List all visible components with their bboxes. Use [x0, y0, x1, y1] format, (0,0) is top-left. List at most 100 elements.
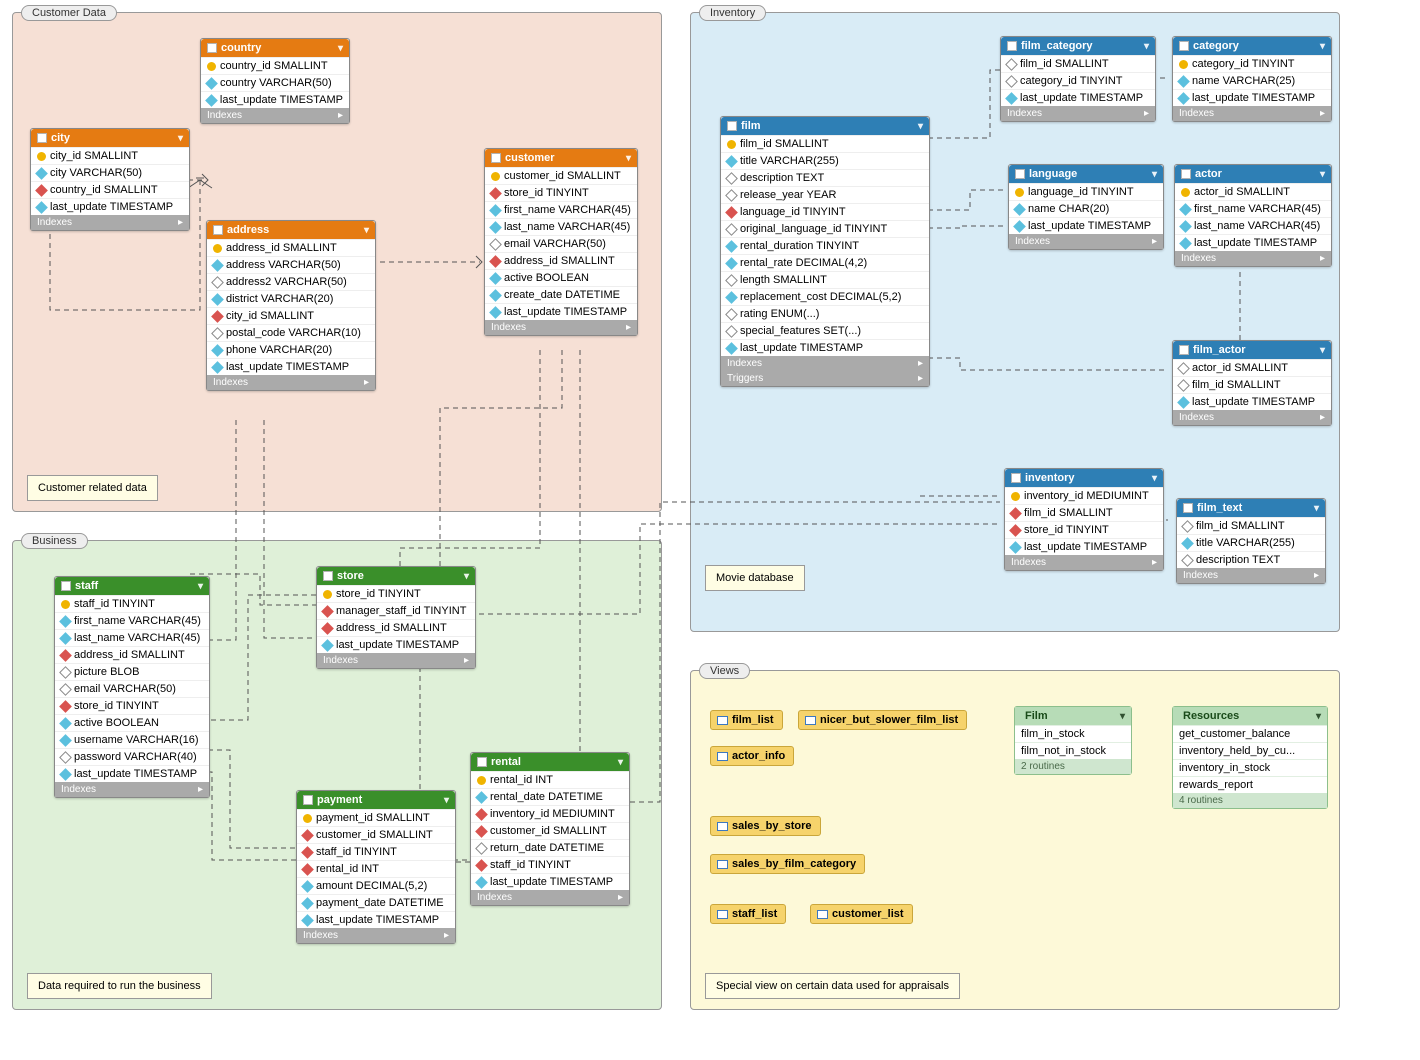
- column-row[interactable]: country_id SMALLINT: [31, 181, 189, 198]
- column-row[interactable]: release_year YEAR: [721, 186, 929, 203]
- table-language[interactable]: language ▾ language_id TINYINTname CHAR(…: [1008, 164, 1164, 250]
- column-row[interactable]: category_id TINYINT: [1001, 72, 1155, 89]
- column-row[interactable]: description TEXT: [1177, 551, 1325, 568]
- column-row[interactable]: address_id SMALLINT: [55, 646, 209, 663]
- table-address[interactable]: address ▾ address_id SMALLINTaddress VAR…: [206, 220, 376, 391]
- view-sales_by_store[interactable]: sales_by_store: [710, 816, 821, 836]
- chevron-down-icon[interactable]: ▾: [464, 571, 469, 582]
- table-footer-indexes[interactable]: Indexes▸: [471, 890, 629, 905]
- routine-item[interactable]: rewards_report: [1173, 776, 1327, 793]
- column-row[interactable]: country_id SMALLINT: [201, 57, 349, 74]
- routine-item[interactable]: film_in_stock: [1015, 725, 1131, 742]
- table-footer-indexes[interactable]: Indexes▸: [297, 928, 455, 943]
- table-header[interactable]: address ▾: [207, 221, 375, 239]
- chevron-down-icon[interactable]: ▾: [1320, 41, 1325, 52]
- table-header[interactable]: country ▾: [201, 39, 349, 57]
- chevron-down-icon[interactable]: ▾: [1120, 711, 1125, 722]
- column-row[interactable]: first_name VARCHAR(45): [55, 612, 209, 629]
- column-row[interactable]: rental_rate DECIMAL(4,2): [721, 254, 929, 271]
- column-row[interactable]: title VARCHAR(255): [721, 152, 929, 169]
- chevron-down-icon[interactable]: ▾: [178, 133, 183, 144]
- column-row[interactable]: name VARCHAR(25): [1173, 72, 1331, 89]
- table-category[interactable]: category ▾ category_id TINYINTname VARCH…: [1172, 36, 1332, 122]
- column-row[interactable]: category_id TINYINT: [1173, 55, 1331, 72]
- column-row[interactable]: film_id SMALLINT: [1177, 517, 1325, 534]
- chevron-down-icon[interactable]: ▾: [1320, 169, 1325, 180]
- column-row[interactable]: first_name VARCHAR(45): [485, 201, 637, 218]
- column-row[interactable]: email VARCHAR(50): [55, 680, 209, 697]
- column-row[interactable]: last_update TIMESTAMP: [1005, 538, 1163, 555]
- chevron-down-icon[interactable]: ▾: [626, 153, 631, 164]
- column-row[interactable]: film_id SMALLINT: [1173, 376, 1331, 393]
- column-row[interactable]: email VARCHAR(50): [485, 235, 637, 252]
- table-footer-indexes[interactable]: Indexes▸: [1173, 410, 1331, 425]
- column-row[interactable]: inventory_id MEDIUMINT: [471, 805, 629, 822]
- table-city[interactable]: city ▾ city_id SMALLINTcity VARCHAR(50)c…: [30, 128, 190, 231]
- column-row[interactable]: first_name VARCHAR(45): [1175, 200, 1331, 217]
- table-header[interactable]: film_category ▾: [1001, 37, 1155, 55]
- column-row[interactable]: create_date DATETIME: [485, 286, 637, 303]
- routine-item[interactable]: get_customer_balance: [1173, 725, 1327, 742]
- column-row[interactable]: store_id TINYINT: [1005, 521, 1163, 538]
- column-row[interactable]: rental_id INT: [297, 860, 455, 877]
- column-row[interactable]: last_update TIMESTAMP: [207, 358, 375, 375]
- column-row[interactable]: language_id TINYINT: [1009, 183, 1163, 200]
- column-row[interactable]: country VARCHAR(50): [201, 74, 349, 91]
- column-row[interactable]: name CHAR(20): [1009, 200, 1163, 217]
- table-footer-indexes[interactable]: Indexes▸: [201, 108, 349, 123]
- column-row[interactable]: address VARCHAR(50): [207, 256, 375, 273]
- chevron-down-icon[interactable]: ▾: [338, 43, 343, 54]
- chevron-down-icon[interactable]: ▾: [1152, 473, 1157, 484]
- column-row[interactable]: store_id TINYINT: [485, 184, 637, 201]
- column-row[interactable]: address_id SMALLINT: [317, 619, 475, 636]
- view-staff_list[interactable]: staff_list: [710, 904, 786, 924]
- table-header[interactable]: staff ▾: [55, 577, 209, 595]
- column-row[interactable]: store_id TINYINT: [55, 697, 209, 714]
- table-footer-indexes[interactable]: Indexes▸: [1009, 234, 1163, 249]
- table-staff[interactable]: staff ▾ staff_id TINYINTfirst_name VARCH…: [54, 576, 210, 798]
- routine-header[interactable]: Film ▾: [1015, 707, 1131, 725]
- column-row[interactable]: last_update TIMESTAMP: [721, 339, 929, 356]
- table-header[interactable]: rental ▾: [471, 753, 629, 771]
- table-header[interactable]: inventory ▾: [1005, 469, 1163, 487]
- table-customer[interactable]: customer ▾ customer_id SMALLINTstore_id …: [484, 148, 638, 336]
- table-header[interactable]: payment ▾: [297, 791, 455, 809]
- column-row[interactable]: username VARCHAR(16): [55, 731, 209, 748]
- table-header[interactable]: film_actor ▾: [1173, 341, 1331, 359]
- column-row[interactable]: staff_id TINYINT: [297, 843, 455, 860]
- chevron-down-icon[interactable]: ▾: [1144, 41, 1149, 52]
- column-row[interactable]: inventory_id MEDIUMINT: [1005, 487, 1163, 504]
- column-row[interactable]: return_date DATETIME: [471, 839, 629, 856]
- table-footer-triggers[interactable]: Triggers▸: [721, 371, 929, 386]
- column-row[interactable]: rental_duration TINYINT: [721, 237, 929, 254]
- table-header[interactable]: city ▾: [31, 129, 189, 147]
- chevron-down-icon[interactable]: ▾: [1152, 169, 1157, 180]
- column-row[interactable]: postal_code VARCHAR(10): [207, 324, 375, 341]
- table-footer-indexes[interactable]: Indexes▸: [1175, 251, 1331, 266]
- table-country[interactable]: country ▾ country_id SMALLINTcountry VAR…: [200, 38, 350, 124]
- column-row[interactable]: last_name VARCHAR(45): [485, 218, 637, 235]
- chevron-down-icon[interactable]: ▾: [198, 581, 203, 592]
- column-row[interactable]: last_update TIMESTAMP: [201, 91, 349, 108]
- table-footer-indexes[interactable]: Indexes▸: [1001, 106, 1155, 121]
- column-row[interactable]: manager_staff_id TINYINT: [317, 602, 475, 619]
- column-row[interactable]: last_update TIMESTAMP: [55, 765, 209, 782]
- column-row[interactable]: phone VARCHAR(20): [207, 341, 375, 358]
- table-footer-indexes[interactable]: Indexes▸: [1005, 555, 1163, 570]
- column-row[interactable]: actor_id SMALLINT: [1173, 359, 1331, 376]
- view-film_list[interactable]: film_list: [710, 710, 783, 730]
- column-row[interactable]: last_update TIMESTAMP: [1009, 217, 1163, 234]
- column-row[interactable]: language_id TINYINT: [721, 203, 929, 220]
- chevron-down-icon[interactable]: ▾: [918, 121, 923, 132]
- routine-group-film[interactable]: Film ▾ film_in_stockfilm_not_in_stock 2 …: [1014, 706, 1132, 775]
- table-header[interactable]: film_text ▾: [1177, 499, 1325, 517]
- table-footer-indexes[interactable]: Indexes▸: [317, 653, 475, 668]
- routine-item[interactable]: inventory_held_by_cu...: [1173, 742, 1327, 759]
- column-row[interactable]: payment_date DATETIME: [297, 894, 455, 911]
- column-row[interactable]: district VARCHAR(20): [207, 290, 375, 307]
- column-row[interactable]: last_update TIMESTAMP: [31, 198, 189, 215]
- table-header[interactable]: film ▾: [721, 117, 929, 135]
- routine-header[interactable]: Resources ▾: [1173, 707, 1327, 725]
- column-row[interactable]: staff_id TINYINT: [55, 595, 209, 612]
- column-row[interactable]: staff_id TINYINT: [471, 856, 629, 873]
